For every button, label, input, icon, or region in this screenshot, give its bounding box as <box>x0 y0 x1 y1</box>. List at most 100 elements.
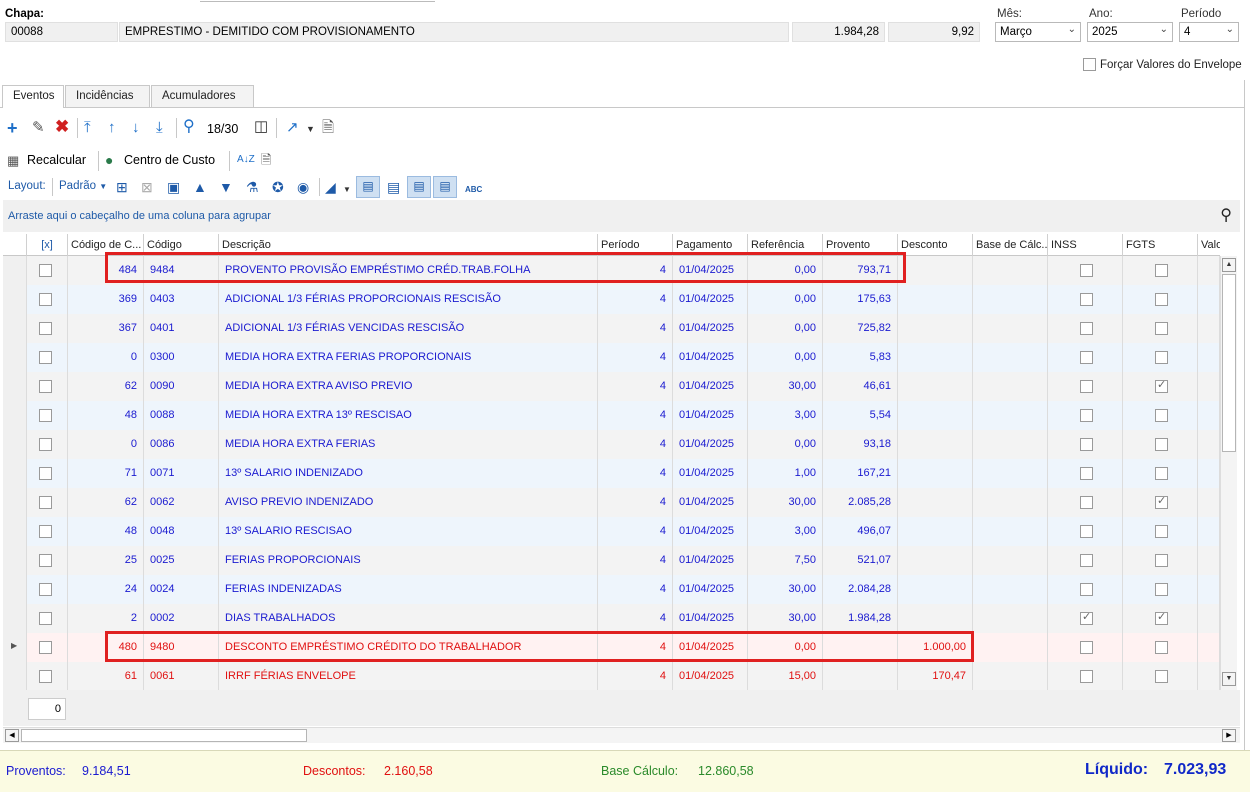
inss-checkbox[interactable] <box>1080 264 1093 277</box>
periodo-cell[interactable]: 4 <box>598 314 673 343</box>
inss-cell[interactable] <box>1048 372 1123 401</box>
row-select-checkbox[interactable] <box>39 525 52 538</box>
valorfo-cell[interactable] <box>1198 517 1220 546</box>
descricao-cell[interactable]: MEDIA HORA EXTRA FERIAS <box>219 430 598 459</box>
inss-checkbox[interactable] <box>1080 409 1093 422</box>
fgts-cell[interactable] <box>1123 575 1198 604</box>
employee-desc-field[interactable]: EMPRESTIMO - DEMITIDO COM PROVISIONAMENT… <box>119 22 789 42</box>
valorfo-cell[interactable] <box>1198 662 1220 690</box>
inss-cell[interactable] <box>1048 662 1123 690</box>
base-cell[interactable] <box>973 633 1048 662</box>
inss-checkbox[interactable] <box>1080 496 1093 509</box>
recalcular-button[interactable]: Recalcular <box>27 153 86 167</box>
row-select-cell[interactable] <box>27 662 68 690</box>
horizontal-scrollbar[interactable]: ◀ ▶ <box>3 727 1240 743</box>
inss-checkbox[interactable] <box>1080 380 1093 393</box>
fgts-cell[interactable] <box>1123 662 1198 690</box>
row-select-checkbox[interactable] <box>39 467 52 480</box>
cc-cell[interactable]: 24 <box>68 575 144 604</box>
inss-cell[interactable] <box>1048 459 1123 488</box>
scroll-left-arrow-icon[interactable]: ◀ <box>5 729 19 742</box>
row-select-checkbox[interactable] <box>39 554 52 567</box>
desconto-cell[interactable] <box>898 401 973 430</box>
fgts-cell[interactable]: ✓ <box>1123 488 1198 517</box>
row-select-cell[interactable] <box>27 343 68 372</box>
pagamento-cell[interactable]: 01/04/2025 <box>673 285 748 314</box>
cc-cell[interactable]: 2 <box>68 604 144 633</box>
valorfo-cell[interactable] <box>1198 430 1220 459</box>
shapes-icon[interactable]: ◉ <box>297 179 309 195</box>
table-row[interactable]: 2 0002 DIAS TRABALHADOS 4 01/04/2025 30,00 1.9… <box>3 604 1220 633</box>
provento-cell[interactable]: 5,54 <box>823 401 898 430</box>
desconto-cell[interactable] <box>898 546 973 575</box>
table-row[interactable]: 71 0071 13º SALARIO INDENIZADO 4 01/04/2025 1… <box>3 459 1220 488</box>
provento-cell[interactable]: 725,82 <box>823 314 898 343</box>
row-select-cell[interactable] <box>27 633 68 662</box>
periodo-cell[interactable]: 4 <box>598 546 673 575</box>
valorfo-cell[interactable] <box>1198 633 1220 662</box>
tab-eventos[interactable]: Eventos <box>2 85 64 108</box>
inss-checkbox[interactable]: ✓ <box>1080 611 1093 625</box>
fgts-checkbox[interactable] <box>1155 293 1168 306</box>
referencia-cell[interactable]: 30,00 <box>748 488 823 517</box>
cc-cell[interactable]: 367 <box>68 314 144 343</box>
desconto-cell[interactable] <box>898 488 973 517</box>
valorfo-cell[interactable] <box>1198 372 1220 401</box>
inss-checkbox[interactable] <box>1080 554 1093 567</box>
pagamento-cell[interactable]: 01/04/2025 <box>673 401 748 430</box>
codigo-cell[interactable]: 0002 <box>144 604 219 633</box>
inss-cell[interactable] <box>1048 256 1123 285</box>
col-header-base-calculo[interactable]: Base de Cálc... <box>973 234 1048 256</box>
provento-cell[interactable]: 521,07 <box>823 546 898 575</box>
dropdown-arrow-icon[interactable]: ▼ <box>343 182 351 198</box>
search-icon[interactable]: ⚲ <box>183 119 195 135</box>
periodo-cell[interactable]: 4 <box>598 372 673 401</box>
chart-area-icon[interactable]: ◢ <box>325 179 336 195</box>
col-header-desconto[interactable]: Desconto <box>898 234 973 256</box>
periodo-cell[interactable]: 4 <box>598 488 673 517</box>
valorfo-cell[interactable] <box>1198 575 1220 604</box>
row-select-checkbox[interactable] <box>39 409 52 422</box>
inss-checkbox[interactable] <box>1080 322 1093 335</box>
centro-custo-button[interactable]: Centro de Custo <box>124 153 215 167</box>
table-row[interactable]: 62 0062 AVISO PREVIO INDENIZADO 4 01/04/2025… <box>3 488 1220 517</box>
scroll-right-arrow-icon[interactable]: ▶ <box>1222 729 1236 742</box>
periodo-cell[interactable]: 4 <box>598 662 673 690</box>
fgts-checkbox[interactable]: ✓ <box>1155 379 1168 393</box>
pagamento-cell[interactable]: 01/04/2025 <box>673 662 748 690</box>
valorfo-cell[interactable] <box>1198 343 1220 372</box>
referencia-cell[interactable]: 3,00 <box>748 517 823 546</box>
periodo-cell[interactable]: 4 <box>598 430 673 459</box>
row-select-cell[interactable] <box>27 575 68 604</box>
mes-select[interactable]: Março ⌄ <box>995 22 1081 42</box>
value2-field[interactable]: 9,92 <box>888 22 980 42</box>
base-cell[interactable] <box>973 314 1048 343</box>
row-select-cell[interactable] <box>27 604 68 633</box>
tab-incidencias[interactable]: Incidências <box>65 85 150 107</box>
fgts-cell[interactable]: ✓ <box>1123 604 1198 633</box>
inss-cell[interactable] <box>1048 633 1123 662</box>
pagamento-cell[interactable]: 01/04/2025 <box>673 546 748 575</box>
base-cell[interactable] <box>973 343 1048 372</box>
inss-cell[interactable] <box>1048 401 1123 430</box>
cc-cell[interactable]: 48 <box>68 401 144 430</box>
row-select-cell[interactable] <box>27 256 68 285</box>
inss-checkbox[interactable] <box>1080 293 1093 306</box>
referencia-cell[interactable]: 3,00 <box>748 401 823 430</box>
desconto-cell[interactable] <box>898 343 973 372</box>
value1-field[interactable]: 1.984,28 <box>792 22 885 42</box>
referencia-cell[interactable]: 0,00 <box>748 314 823 343</box>
table-row[interactable]: 48 0048 13º SALARIO RESCISAO 4 01/04/2025 3,0… <box>3 517 1220 546</box>
layout-remove-icon[interactable]: ⊠ <box>141 179 153 195</box>
fgts-checkbox[interactable] <box>1155 409 1168 422</box>
codigo-cell[interactable]: 0062 <box>144 488 219 517</box>
valorfo-cell[interactable] <box>1198 488 1220 517</box>
cc-cell[interactable]: 62 <box>68 488 144 517</box>
fgts-checkbox[interactable] <box>1155 467 1168 480</box>
layout-apply-icon[interactable]: ▣ <box>167 179 180 195</box>
pagamento-cell[interactable]: 01/04/2025 <box>673 343 748 372</box>
inss-checkbox[interactable] <box>1080 641 1093 654</box>
periodo-cell[interactable]: 4 <box>598 604 673 633</box>
fgts-cell[interactable] <box>1123 430 1198 459</box>
referencia-cell[interactable]: 15,00 <box>748 662 823 690</box>
